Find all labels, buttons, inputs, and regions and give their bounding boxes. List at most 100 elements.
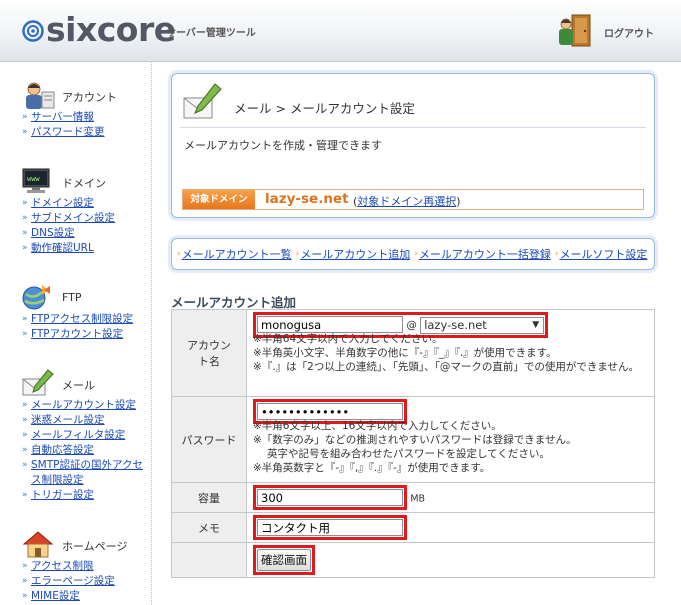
sidebar-link[interactable]: DNS設定: [31, 226, 75, 241]
sidebar-group-ftp: FTP » FTPアクセス制限設定 » FTPアカウント設定: [22, 282, 152, 342]
account-form: アカウント名 @ lazy-se.net▼ ※半角64文字以内で入力してください…: [171, 309, 655, 578]
sidebar-link[interactable]: アクセス制限: [31, 559, 93, 574]
nav-link[interactable]: メールアカウント一括登録: [419, 246, 551, 262]
sixcore-logo-icon: [22, 20, 44, 42]
target-domain-name: lazy-se.net: [265, 191, 349, 207]
sidebar-item-spam[interactable]: » 迷惑メール設定: [22, 413, 152, 428]
sidebar-item-ftp-account[interactable]: » FTPアカウント設定: [22, 327, 152, 342]
sidebar-group-title: FTP: [62, 291, 82, 304]
arrow-icon: »: [22, 415, 28, 425]
nav-link[interactable]: メールソフト設定: [559, 246, 647, 262]
sidebar-item-error-page[interactable]: » エラーページ設定: [22, 574, 152, 589]
sidebar-link[interactable]: SMTP認証の国外アクセス制限設定: [31, 458, 143, 488]
arrow-icon: ›: [177, 249, 181, 259]
memo-cell: [246, 512, 655, 543]
sidebar-link[interactable]: トリガー設定: [31, 488, 94, 503]
arrow-icon: »: [22, 228, 28, 238]
sidebar-link[interactable]: メールアカウント設定: [31, 398, 136, 413]
ftp-icon: [22, 285, 50, 310]
sidebar-link[interactable]: ドメイン設定: [31, 196, 94, 211]
at-sign: @: [406, 319, 417, 332]
sidebar-group-domain: www ドメイン » ドメイン設定 » サブドメイン設定 » DNS設定 » 動作確認U…: [22, 166, 152, 256]
nav-item-bulk[interactable]: › メールアカウント一括登録: [414, 246, 551, 262]
sidebar-link[interactable]: メールフィルタ設定: [31, 428, 125, 443]
capacity-input[interactable]: [257, 489, 403, 506]
caret-down-icon: ▼: [532, 319, 540, 330]
account-name-input[interactable]: [257, 316, 403, 333]
sidebar-group-title: ドメイン: [62, 177, 106, 190]
nav-item-mail-software[interactable]: › メールソフト設定: [555, 246, 648, 262]
arrow-icon: »: [22, 445, 28, 455]
arrow-icon: »: [22, 127, 28, 137]
paren-close: ): [456, 195, 461, 208]
sidebar-item-auto-reply[interactable]: » 自動応答設定: [22, 443, 152, 458]
sidebar-item-mail-account[interactable]: » メールアカウント設定: [22, 398, 152, 413]
sidebar-item-trigger[interactable]: » トリガー設定: [22, 488, 152, 503]
account-name-cell: @ lazy-se.net▼ ※半角64文字以内で入力してください。 ※半角英小…: [246, 309, 655, 397]
domain-reselect-link[interactable]: 対象ドメイン再選択: [357, 195, 456, 208]
logout-button[interactable]: ログアウト: [554, 14, 681, 48]
password-note-1: ※半角6文字以上、16文字以内で入力してください。: [253, 420, 502, 432]
sidebar-item-ftp-access-limit[interactable]: » FTPアクセス制限設定: [22, 312, 152, 327]
memo-label: メモ: [171, 512, 247, 543]
sidebar-item-password-change[interactable]: » パスワード変更: [22, 125, 152, 140]
password-cell: ※半角6文字以上、16文字以内で入力してください。 ※「数字のみ」などの推測され…: [246, 396, 655, 483]
button-row-label: [171, 542, 247, 578]
sidebar-link[interactable]: FTPアカウント設定: [31, 327, 123, 342]
page-description: メールアカウントを作成・管理できます: [184, 139, 382, 152]
domain-reselect: (対象ドメイン再選択): [353, 193, 461, 209]
memo-input[interactable]: [257, 519, 403, 536]
account-name-label: アカウント名: [171, 309, 247, 397]
sidebar-link[interactable]: 自動応答設定: [31, 443, 94, 458]
arrow-icon: ›: [414, 249, 418, 259]
page-title: メール > メールアカウント設定: [234, 101, 415, 116]
arrow-icon: »: [22, 430, 28, 440]
svg-text:www: www: [27, 175, 40, 183]
arrow-icon: »: [22, 314, 28, 324]
capacity-unit: MB: [410, 493, 426, 505]
sidebar-link[interactable]: 動作確認URL: [31, 241, 94, 256]
nav-item-add[interactable]: › メールアカウント追加: [296, 246, 411, 262]
sidebar-item-access-limit[interactable]: » アクセス制限: [22, 559, 152, 574]
mail-account-nav: › メールアカウント一覧 › メールアカウント追加 › メールアカウント一括登録 › メ…: [171, 238, 655, 270]
logo-text: sixcore: [46, 10, 176, 49]
mail-icon: [22, 369, 54, 396]
homepage-icon: [22, 531, 54, 558]
confirm-button[interactable]: 確認画面: [257, 549, 311, 571]
sidebar-item-subdomain-settings[interactable]: » サブドメイン設定: [22, 211, 152, 226]
arrow-icon: »: [22, 400, 28, 410]
sidebar-item-check-url[interactable]: » 動作確認URL: [22, 241, 152, 256]
sidebar-link[interactable]: サーバー情報: [31, 110, 94, 125]
sidebar-link[interactable]: サブドメイン設定: [31, 211, 115, 226]
sidebar-item-server-info[interactable]: » サーバー情報: [22, 110, 152, 125]
arrow-icon: »: [22, 243, 28, 253]
door-user-icon: [559, 14, 591, 47]
sidebar-link[interactable]: エラーページ設定: [31, 574, 115, 589]
sidebar-link[interactable]: 迷惑メール設定: [31, 413, 105, 428]
arrow-icon: »: [22, 329, 28, 339]
sidebar-item-smtp-foreign-limit[interactable]: » SMTP認証の国外アクセス制限設定: [22, 458, 152, 488]
sidebar-link[interactable]: FTPアクセス制限設定: [31, 312, 133, 327]
capacity-cell: MB: [246, 482, 655, 513]
sidebar-link[interactable]: パスワード変更: [31, 125, 105, 140]
sidebar-item-domain-settings[interactable]: » ドメイン設定: [22, 196, 152, 211]
sidebar-item-mime[interactable]: » MIME設定: [22, 589, 152, 604]
divider: [180, 127, 646, 128]
mail-edit-icon: [183, 83, 222, 119]
arrow-icon: ›: [554, 249, 559, 259]
sidebar-link[interactable]: MIME設定: [31, 589, 80, 604]
domain-select[interactable]: lazy-se.net ▼: [420, 316, 545, 334]
nav-link[interactable]: メールアカウント一覧: [182, 246, 292, 262]
capacity-highlight: [253, 485, 407, 510]
arrow-icon: »: [22, 591, 28, 601]
button-cell: 確認画面: [246, 542, 655, 578]
nav-item-list[interactable]: › メールアカウント一覧: [177, 246, 292, 262]
sidebar: アカウント » サーバー情報 » パスワード変更 www ドメイン » ドメイン設定 …: [0, 62, 152, 605]
arrow-icon: »: [22, 460, 28, 470]
password-input[interactable]: [257, 403, 403, 420]
sidebar-group-title: アカウント: [62, 91, 117, 104]
arrow-icon: »: [22, 490, 28, 500]
nav-link[interactable]: メールアカウント追加: [300, 246, 410, 262]
sidebar-item-dns-settings[interactable]: » DNS設定: [22, 226, 152, 241]
sidebar-item-mail-filter[interactable]: » メールフィルタ設定: [22, 428, 152, 443]
